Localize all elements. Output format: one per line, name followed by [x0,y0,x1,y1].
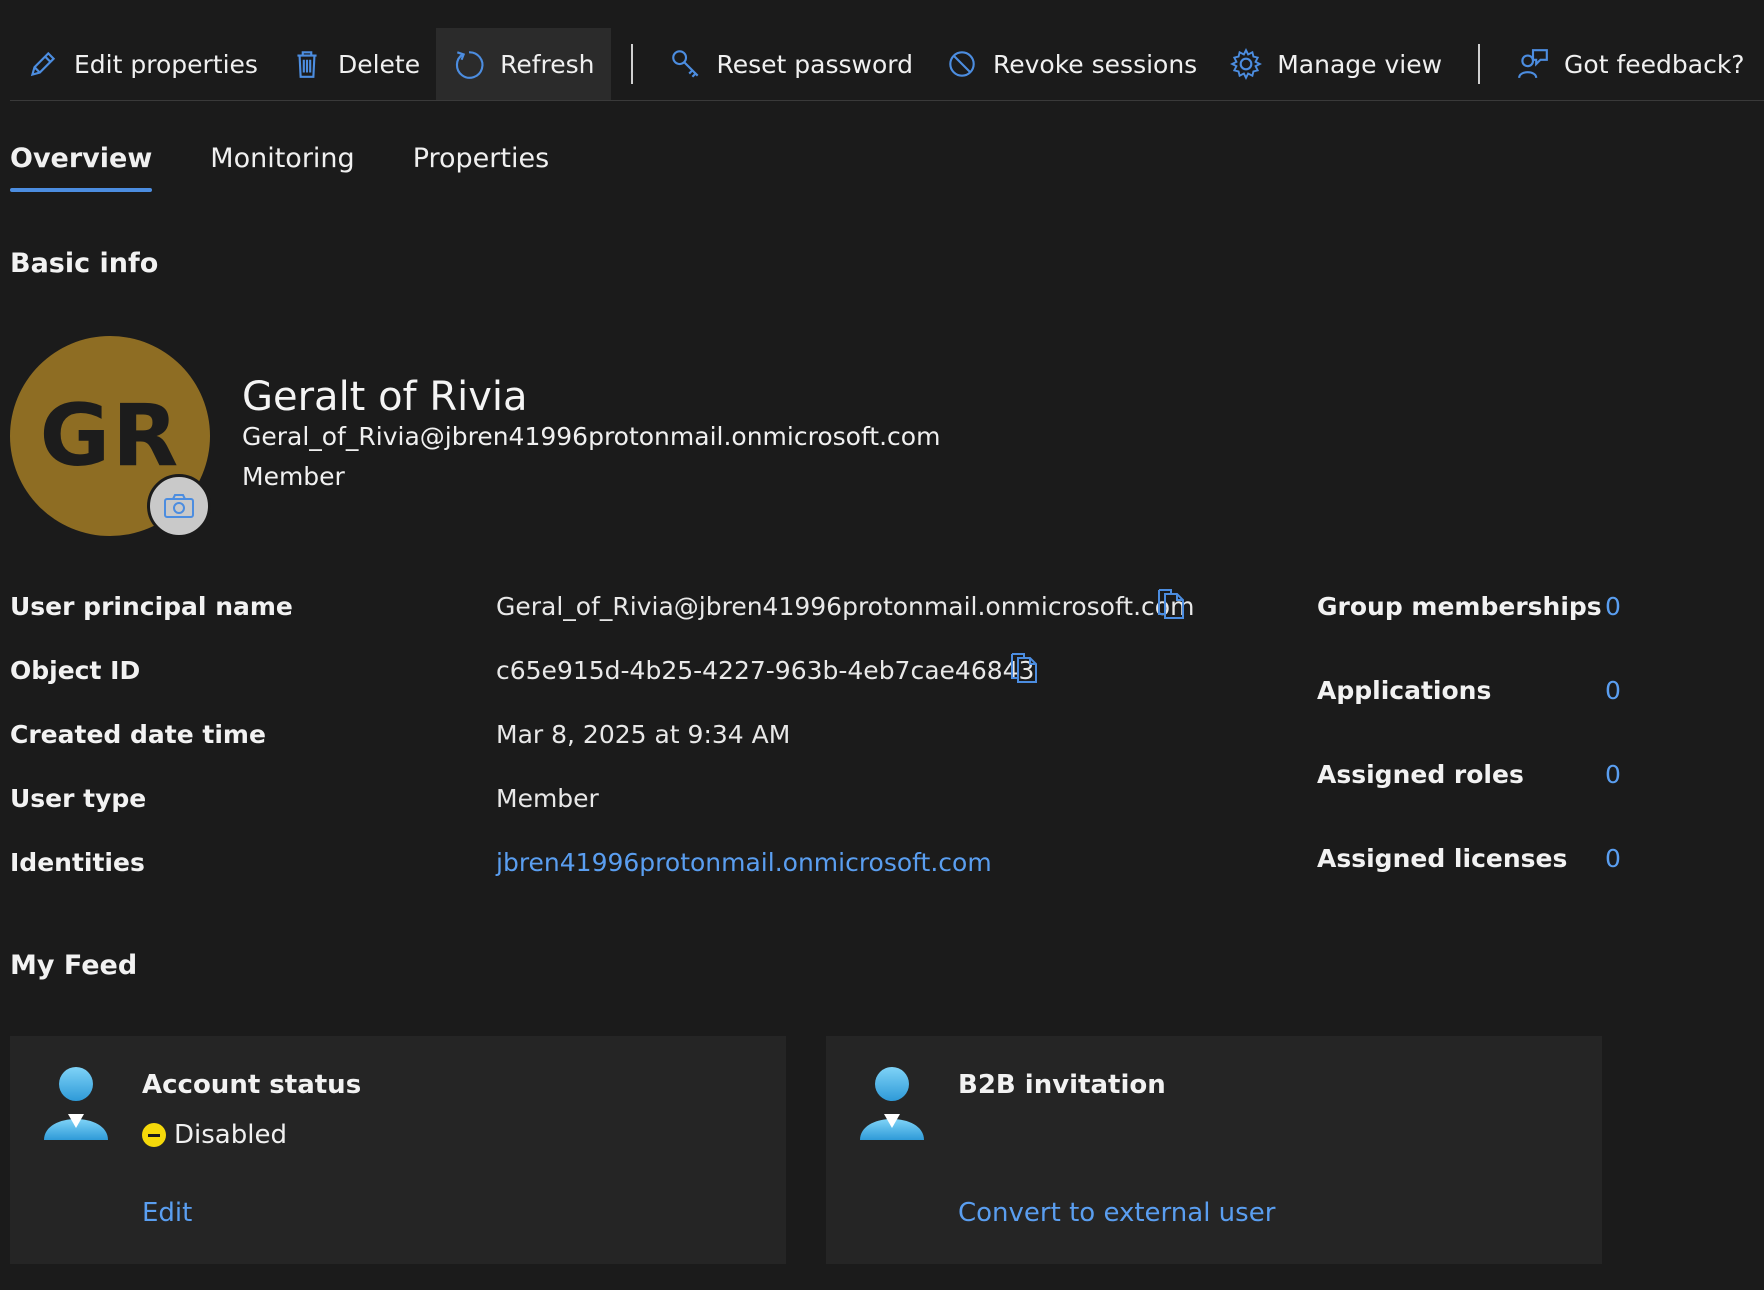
feedback-icon [1516,47,1550,81]
user-email: Geral_of_Rivia@jbren41996protonmail.onmi… [242,422,941,451]
account-status-card: Account status Disabled Edit [10,1036,786,1264]
gear-icon [1229,47,1263,81]
assigned-roles-count[interactable]: 0 [1605,760,1621,789]
reset-password-label: Reset password [716,49,913,79]
object-id-label: Object ID [10,656,141,685]
user-type-label: User type [10,784,147,813]
refresh-button[interactable]: Refresh [436,28,611,100]
b2b-invitation-card: B2B invitation Convert to external user [826,1036,1602,1264]
copy-icon [1155,589,1187,626]
group-memberships-count[interactable]: 0 [1605,592,1621,621]
edit-properties-label: Edit properties [74,49,258,79]
delete-button[interactable]: Delete [274,28,436,100]
copy-icon [1008,653,1040,690]
assigned-licenses-count[interactable]: 0 [1605,844,1621,873]
manage-view-label: Manage view [1277,49,1443,79]
trash-icon [290,47,324,81]
upn-label: User principal name [10,592,293,621]
edit-account-status-link[interactable]: Edit [142,1198,192,1228]
refresh-icon [452,47,486,81]
account-status-title: Account status [142,1070,362,1100]
edit-properties-button[interactable]: Edit properties [10,28,274,100]
refresh-label: Refresh [500,49,595,79]
block-icon [945,47,979,81]
created-date-value: Mar 8, 2025 at 9:34 AM [496,720,791,749]
created-date-label: Created date time [10,720,266,749]
user-role: Member [242,462,345,491]
user-icon [42,1066,110,1142]
user-display-name: Geralt of Rivia [242,374,528,420]
tab-monitoring[interactable]: Monitoring [210,135,354,192]
pencil-icon [26,47,60,81]
camera-icon [163,493,195,519]
toolbar-divider [630,44,633,84]
group-memberships-label: Group memberships [1317,592,1602,621]
user-type-value: Member [496,784,599,813]
revoke-sessions-label: Revoke sessions [993,49,1198,79]
assigned-licenses-label: Assigned licenses [1317,844,1568,873]
command-bar: Edit properties Delete Refresh Reset pas… [10,28,1764,101]
upn-value: Geral_of_Rivia@jbren41996protonmail.onmi… [496,592,1195,621]
identities-link[interactable]: jbren41996protonmail.onmicrosoft.com [496,848,992,877]
user-icon [858,1066,926,1142]
change-photo-button[interactable] [147,474,211,538]
manage-view-button[interactable]: Manage view [1213,28,1458,100]
feedback-label: Got feedback? [1564,49,1745,79]
assigned-roles-label: Assigned roles [1317,760,1524,789]
copy-upn-button[interactable] [1155,588,1187,622]
reset-password-button[interactable]: Reset password [653,28,929,100]
applications-label: Applications [1317,676,1492,705]
b2b-invitation-title: B2B invitation [958,1070,1166,1100]
disabled-status-icon [142,1123,166,1147]
toolbar-divider [1478,44,1481,84]
copy-object-id-button[interactable] [1008,652,1040,686]
object-id-value: c65e915d-4b25-4227-963b-4eb7cae46843 [496,656,1035,685]
convert-to-external-user-link[interactable]: Convert to external user [958,1198,1275,1228]
identities-label: Identities [10,848,145,877]
basic-info-heading: Basic info [10,248,159,279]
delete-label: Delete [337,49,421,79]
key-icon [669,47,703,81]
revoke-sessions-button[interactable]: Revoke sessions [929,28,1213,100]
tab-properties[interactable]: Properties [413,135,549,192]
feedback-button[interactable]: Got feedback? [1500,28,1761,100]
account-status: Disabled [142,1120,287,1150]
tab-overview[interactable]: Overview [10,135,153,192]
my-feed-heading: My Feed [10,950,138,981]
tab-bar: Overview Monitoring Properties [10,135,607,192]
account-status-value: Disabled [174,1120,287,1150]
applications-count[interactable]: 0 [1605,676,1621,705]
